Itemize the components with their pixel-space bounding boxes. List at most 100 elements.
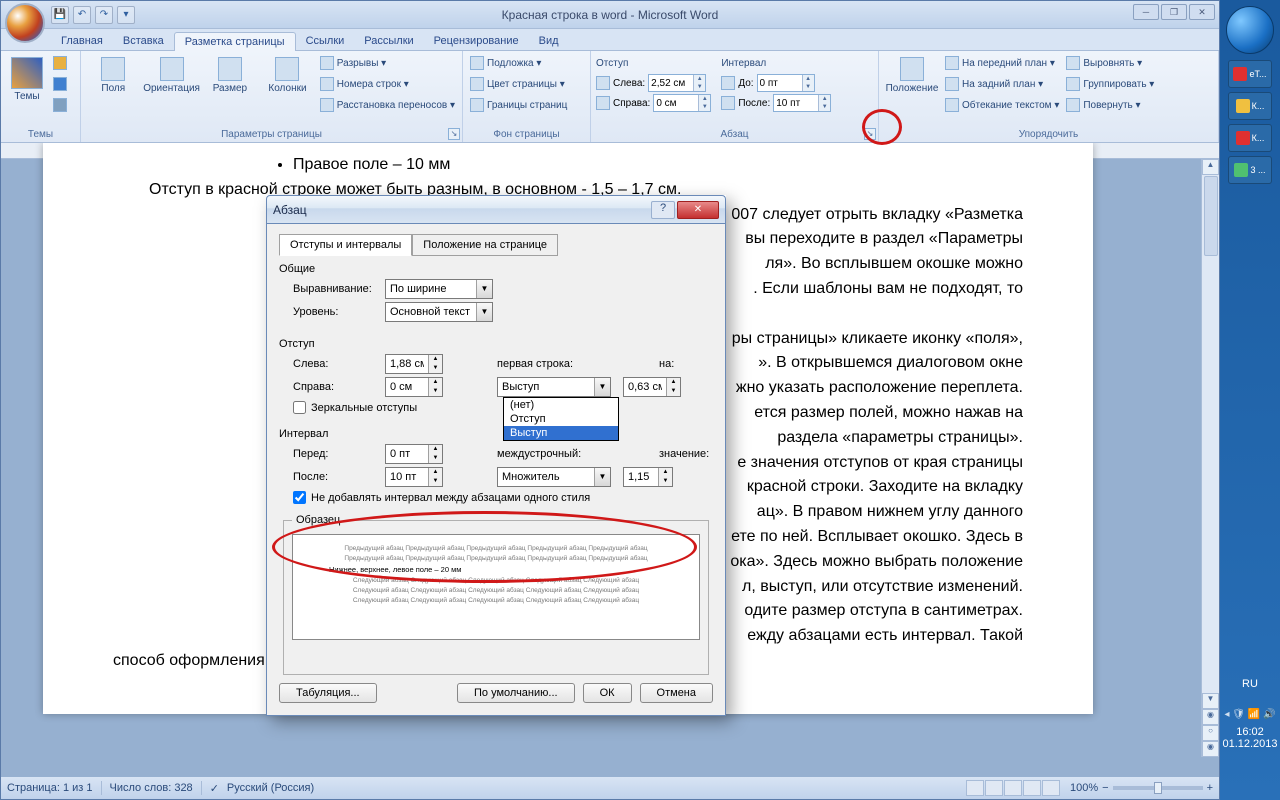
columns-button[interactable]: Колонки [260, 53, 315, 94]
zoom-value[interactable]: 100% [1070, 782, 1098, 794]
dropdown-option[interactable]: (нет) [504, 398, 618, 412]
language-status[interactable]: Русский (Россия) [227, 782, 314, 794]
page-borders-button[interactable]: Границы страниц [468, 95, 569, 115]
watermark-button[interactable]: Подложка ▾ [468, 53, 569, 73]
first-line-dropdown[interactable]: (нет) Отступ Выступ [503, 397, 619, 441]
size-button[interactable]: Размер [203, 53, 258, 94]
breaks-button[interactable]: Разрывы ▾ [318, 53, 457, 73]
cancel-button[interactable]: Отмена [640, 683, 713, 703]
page-setup-launcher[interactable]: ↘ [448, 128, 460, 140]
tab-review[interactable]: Рецензирование [424, 32, 529, 50]
at-label: на: [659, 358, 713, 370]
dialog-help-button[interactable]: ? [651, 201, 675, 219]
text-wrap-button[interactable]: Обтекание текстом ▾ [943, 95, 1061, 115]
position-button[interactable]: Положение [884, 53, 940, 94]
outline-combo[interactable]: ▼ [385, 302, 493, 322]
tab-view[interactable]: Вид [529, 32, 569, 50]
dropdown-option-selected[interactable]: Выступ [504, 426, 618, 440]
tray-icons[interactable]: ◂ 🛡 📶 🔊 [1220, 709, 1280, 720]
word-count[interactable]: Число слов: 328 [110, 782, 193, 794]
scroll-up-icon[interactable]: ▲ [1202, 159, 1219, 175]
before-label: Перед: [293, 448, 379, 460]
minimize-button[interactable]: ─ [1133, 4, 1159, 20]
line-spacing-combo[interactable]: ▼ [497, 467, 611, 487]
right-indent-input[interactable]: ▲▼ [385, 377, 443, 397]
indent-left-label: Слева: [613, 78, 645, 89]
taskbar-app[interactable]: К... [1228, 124, 1272, 152]
spacing-before-input[interactable]: ▲▼ [757, 74, 815, 92]
next-page-icon[interactable]: ◉ [1202, 741, 1219, 757]
page-color-button[interactable]: Цвет страницы ▾ [468, 74, 569, 94]
view-outline[interactable] [1023, 780, 1041, 796]
before-input[interactable]: ▲▼ [385, 444, 443, 464]
proofing-icon[interactable]: ✓ [210, 782, 219, 795]
maximize-button[interactable]: ❐ [1161, 4, 1187, 20]
tab-page-layout[interactable]: Разметка страницы [174, 32, 296, 51]
tab-home[interactable]: Главная [51, 32, 113, 50]
view-print-layout[interactable] [966, 780, 984, 796]
scroll-thumb[interactable] [1204, 176, 1218, 256]
left-indent-input[interactable]: ▲▼ [385, 354, 443, 374]
margins-button[interactable]: Поля [86, 53, 141, 94]
rotate-button[interactable]: Повернуть ▾ [1064, 95, 1156, 115]
clock-date[interactable]: 01.12.2013 [1220, 738, 1280, 750]
spacing-after-label: После: [738, 98, 770, 109]
themes-button[interactable]: Темы [6, 53, 48, 102]
bring-front-button[interactable]: На передний план ▾ [943, 53, 1061, 73]
theme-fonts-icon[interactable] [51, 74, 69, 94]
dropdown-option[interactable]: Отступ [504, 412, 618, 426]
view-full-screen[interactable] [985, 780, 1003, 796]
first-line-at-input[interactable]: ▲▼ [623, 377, 681, 397]
align-button[interactable]: Выровнять ▾ [1064, 53, 1156, 73]
hyphenation-button[interactable]: Расстановка переносов ▾ [318, 95, 457, 115]
dialog-tab-indents[interactable]: Отступы и интервалы [279, 234, 412, 256]
line-at-input[interactable]: ▲▼ [623, 467, 673, 487]
status-bar: Страница: 1 из 1 Число слов: 328 ✓ Русск… [1, 777, 1219, 799]
taskbar-app[interactable]: еТ... [1228, 60, 1272, 88]
after-input[interactable]: ▲▼ [385, 467, 443, 487]
group-button[interactable]: Группировать ▾ [1064, 74, 1156, 94]
taskbar-app[interactable]: К... [1228, 92, 1272, 120]
spacing-after-input[interactable]: ▲▼ [773, 94, 831, 112]
view-draft[interactable] [1042, 780, 1060, 796]
vertical-scrollbar[interactable]: ▲ ▼ ◉ ○ ◉ [1201, 159, 1219, 757]
indent-right-input[interactable]: ▲▼ [653, 94, 711, 112]
zoom-slider[interactable] [1113, 786, 1203, 790]
zoom-out-button[interactable]: − [1102, 782, 1108, 794]
scroll-down-icon[interactable]: ▼ [1202, 693, 1219, 709]
mirror-indents-checkbox[interactable] [293, 401, 306, 414]
indent-title: Отступ [596, 53, 711, 73]
theme-effects-icon[interactable] [51, 95, 69, 115]
close-button[interactable]: ✕ [1189, 4, 1215, 20]
paragraph-launcher[interactable]: ↘ [864, 128, 876, 140]
alignment-combo[interactable]: ▼ [385, 279, 493, 299]
tab-references[interactable]: Ссылки [296, 32, 355, 50]
theme-colors-icon[interactable] [51, 53, 69, 73]
dialog-tab-position[interactable]: Положение на странице [412, 234, 558, 256]
tab-insert[interactable]: Вставка [113, 32, 174, 50]
line-numbers-button[interactable]: Номера строк ▾ [318, 74, 457, 94]
start-button[interactable] [1226, 6, 1274, 54]
ok-button[interactable]: ОК [583, 683, 632, 703]
no-space-checkbox[interactable] [293, 491, 306, 504]
browse-object-icon[interactable]: ○ [1202, 725, 1219, 741]
clock-time[interactable]: 16:02 [1220, 726, 1280, 738]
send-back-button[interactable]: На задний план ▾ [943, 74, 1061, 94]
tab-mailings[interactable]: Рассылки [354, 32, 423, 50]
page-indicator[interactable]: Страница: 1 из 1 [7, 782, 93, 794]
indent-left-input[interactable]: ▲▼ [648, 74, 706, 92]
view-web-layout[interactable] [1004, 780, 1022, 796]
first-line-combo[interactable]: ▼ [497, 377, 611, 397]
orientation-button[interactable]: Ориентация [144, 53, 200, 94]
section-indent: Отступ [279, 338, 713, 350]
dialog-close-button[interactable]: ✕ [677, 201, 719, 219]
default-button[interactable]: По умолчанию... [457, 683, 575, 703]
dialog-title-bar[interactable]: Абзац ? ✕ [266, 195, 726, 223]
zoom-in-button[interactable]: + [1207, 782, 1213, 794]
indent-left-icon [596, 76, 610, 90]
taskbar-app[interactable]: 3 ... [1228, 156, 1272, 184]
tabs-button[interactable]: Табуляция... [279, 683, 377, 703]
language-indicator[interactable]: RU [1220, 678, 1280, 690]
prev-page-icon[interactable]: ◉ [1202, 709, 1219, 725]
office-button[interactable] [5, 3, 45, 43]
